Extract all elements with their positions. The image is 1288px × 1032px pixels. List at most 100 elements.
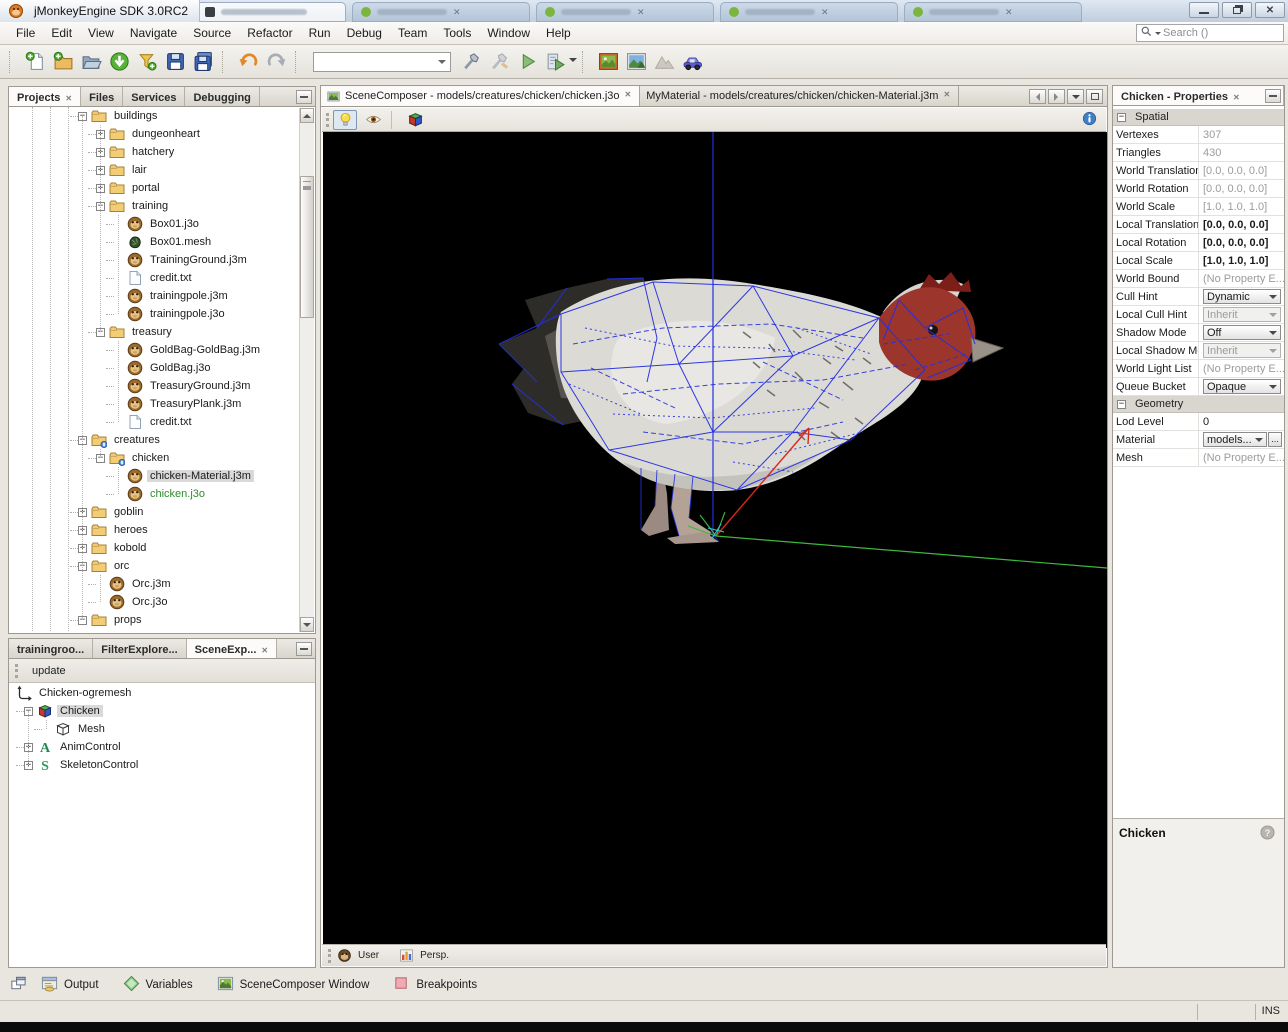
- configuration-combobox[interactable]: [313, 52, 451, 72]
- tree-item[interactable]: −Chicken: [10, 702, 314, 720]
- tree-item[interactable]: GoldBag-GoldBag.j3m: [10, 341, 299, 359]
- tree-item[interactable]: −creatures: [10, 431, 299, 449]
- tree-item[interactable]: GoldBag.j3o: [10, 359, 299, 377]
- tree-item[interactable]: −chicken: [10, 449, 299, 467]
- tree-item[interactable]: TrainingGround.j3m: [10, 251, 299, 269]
- scroll-tabs-left-button[interactable]: [1029, 89, 1046, 104]
- search-dropdown-icon[interactable]: [1155, 32, 1161, 38]
- menu-run[interactable]: Run: [301, 23, 339, 43]
- properties-tab[interactable]: Chicken - Properties ✕: [1113, 86, 1284, 105]
- menu-source[interactable]: Source: [185, 23, 239, 43]
- property-value[interactable]: [0.0, 0.0, 0.0]: [1199, 219, 1284, 231]
- camera-eye-button[interactable]: [361, 110, 385, 130]
- editor-document-tab[interactable]: SceneComposer - models/creatures/chicken…: [321, 86, 640, 106]
- minimize-panel-button[interactable]: [296, 90, 312, 104]
- menu-window[interactable]: Window: [479, 23, 538, 43]
- property-dropdown[interactable]: Opaque: [1203, 379, 1281, 394]
- close-icon[interactable]: ✕: [65, 94, 72, 103]
- run-button[interactable]: [513, 48, 541, 76]
- projects-tab[interactable]: Debugging: [185, 87, 259, 106]
- scene-viewport[interactable]: [323, 132, 1107, 945]
- projects-tab[interactable]: Projects✕: [9, 87, 81, 106]
- redo-button[interactable]: [262, 48, 290, 76]
- menu-help[interactable]: Help: [538, 23, 579, 43]
- property-value[interactable]: [0.0, 0.0, 0.0]: [1199, 237, 1284, 249]
- explorer-tab[interactable]: FilterExplore...: [93, 639, 186, 658]
- tree-item[interactable]: +SSkeletonControl: [10, 756, 314, 774]
- tree-item[interactable]: credit.txt: [10, 269, 299, 287]
- menu-debug[interactable]: Debug: [339, 23, 390, 43]
- search-box[interactable]: [1136, 24, 1284, 42]
- property-section-header[interactable]: −Spatial: [1113, 109, 1284, 126]
- minimize-button[interactable]: [1189, 2, 1219, 18]
- tree-item[interactable]: credit.txt: [10, 413, 299, 431]
- tab-list-dropdown-button[interactable]: [1067, 89, 1084, 104]
- strip-drag-handle[interactable]: [328, 949, 331, 963]
- statusbar-item-scenecomposer-window[interactable]: SceneComposer Window: [217, 975, 370, 995]
- vehicle-button[interactable]: [678, 48, 706, 76]
- explorer-tab[interactable]: SceneExp...✕: [187, 639, 277, 658]
- restore-button[interactable]: [1222, 2, 1252, 18]
- scroll-down-button[interactable]: [300, 617, 314, 632]
- minimize-panel-button[interactable]: [1265, 89, 1281, 103]
- tree-item[interactable]: TreasuryGround.j3m: [10, 377, 299, 395]
- tree-item[interactable]: Mesh: [10, 720, 314, 738]
- property-dropdown[interactable]: models...: [1203, 432, 1267, 447]
- undo-button[interactable]: [234, 48, 262, 76]
- camera-user-icon[interactable]: [337, 948, 352, 963]
- tree-item[interactable]: Box01.j3o: [10, 215, 299, 233]
- tree-item[interactable]: [10, 629, 299, 632]
- tree-item[interactable]: chicken-Material.j3m: [10, 467, 299, 485]
- tree-item[interactable]: trainingpole.j3m: [10, 287, 299, 305]
- projects-tab[interactable]: Files: [81, 87, 123, 106]
- scroll-thumb[interactable]: [300, 176, 314, 318]
- property-value[interactable]: 0: [1199, 416, 1284, 428]
- terrain-button[interactable]: [650, 48, 678, 76]
- tree-item[interactable]: Orc.j3m: [10, 575, 299, 593]
- tree-item[interactable]: −training: [10, 197, 299, 215]
- minimize-panel-button[interactable]: [296, 642, 312, 656]
- tree-item[interactable]: +portal: [10, 179, 299, 197]
- help-icon[interactable]: ?: [1260, 825, 1276, 841]
- menu-navigate[interactable]: Navigate: [122, 23, 185, 43]
- toolbar-drag-handle[interactable]: [326, 113, 329, 127]
- tree-item[interactable]: Box01.mesh: [10, 233, 299, 251]
- scroll-up-button[interactable]: [300, 108, 314, 123]
- explorer-tab[interactable]: trainingroo...: [9, 639, 93, 658]
- projects-tab[interactable]: Services: [123, 87, 185, 106]
- editor-document-tab[interactable]: MyMaterial - models/creatures/chicken/ch…: [640, 86, 959, 106]
- background-browser-tab[interactable]: ✕: [904, 2, 1082, 22]
- tree-item[interactable]: +AAnimControl: [10, 738, 314, 756]
- build-button[interactable]: [457, 48, 485, 76]
- tree-item[interactable]: +goblin: [10, 503, 299, 521]
- property-dropdown[interactable]: Dynamic: [1203, 289, 1281, 304]
- collapse-icon[interactable]: −: [1117, 400, 1126, 409]
- save-button[interactable]: [161, 48, 189, 76]
- menu-team[interactable]: Team: [390, 23, 435, 43]
- open-project-button[interactable]: [77, 48, 105, 76]
- maximize-window-button[interactable]: [1086, 89, 1103, 104]
- close-icon[interactable]: ✕: [261, 646, 268, 655]
- update-button[interactable]: update: [26, 663, 72, 679]
- dock-windows-icon[interactable]: [10, 975, 27, 995]
- scene-window-button[interactable]: [622, 48, 650, 76]
- perspective-icon[interactable]: [399, 948, 414, 963]
- menu-refactor[interactable]: Refactor: [239, 23, 300, 43]
- background-browser-tab[interactable]: ✕: [536, 2, 714, 22]
- new-file-button[interactable]: [21, 48, 49, 76]
- close-icon[interactable]: ✕: [625, 90, 632, 99]
- background-browser-tab[interactable]: ✕: [352, 2, 530, 22]
- ellipsis-button[interactable]: ...: [1268, 432, 1282, 447]
- toolbar-dropdown-icon[interactable]: [569, 54, 577, 69]
- tree-item[interactable]: trainingpole.j3o: [10, 305, 299, 323]
- close-icon[interactable]: ✕: [943, 90, 950, 99]
- tree-item[interactable]: +lair: [10, 161, 299, 179]
- tree-item[interactable]: Orc.j3o: [10, 593, 299, 611]
- new-project-button[interactable]: [49, 48, 77, 76]
- tree-item[interactable]: −buildings: [10, 107, 299, 125]
- info-icon[interactable]: [1082, 111, 1100, 129]
- close-icon[interactable]: ✕: [1233, 93, 1240, 102]
- collapse-icon[interactable]: −: [1117, 113, 1126, 122]
- projects-tree-scrollbar[interactable]: [299, 108, 314, 632]
- menu-edit[interactable]: Edit: [43, 23, 80, 43]
